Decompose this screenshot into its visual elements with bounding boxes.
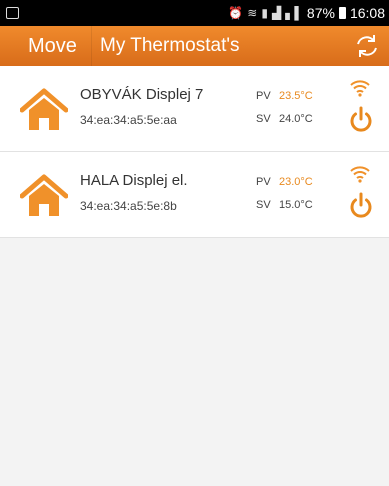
list-item[interactable]: OBYVÁK Displej 7 34:ea:34:a5:5e:aa PV 23…	[0, 66, 389, 152]
clock: 16:08	[349, 5, 385, 21]
signal-bars-icon: ▖▌	[285, 6, 303, 20]
app-bar: Move My Thermostat's	[0, 26, 389, 66]
thermostat-list: OBYVÁK Displej 7 34:ea:34:a5:5e:aa PV 23…	[0, 66, 389, 238]
sv-label: SV	[256, 199, 271, 211]
page-title: My Thermostat's	[100, 35, 240, 56]
sv-label: SV	[256, 113, 271, 125]
battery-percent: 87%	[306, 5, 335, 21]
battery-icon	[338, 7, 346, 19]
signal-icon: ▟	[271, 6, 282, 20]
house-icon	[20, 88, 68, 130]
move-button[interactable]: Move	[0, 26, 92, 66]
empty-area	[0, 238, 389, 466]
status-right: ⏰ ≋ ▮ ▟ ▖▌ 87% 16:08	[228, 5, 385, 21]
power-icon[interactable]	[348, 192, 374, 220]
device-name: OBYVÁK Displej 7	[80, 86, 204, 103]
wifi-icon	[350, 166, 370, 183]
device-mac: 34:ea:34:a5:5e:aa	[80, 113, 177, 127]
power-icon[interactable]	[348, 106, 374, 134]
list-item[interactable]: HALA Displej el. 34:ea:34:a5:5e:8b PV 23…	[0, 152, 389, 238]
sv-value: 24.0°C	[279, 113, 313, 125]
sim-icon: ▮	[261, 6, 268, 20]
house-icon	[20, 174, 68, 216]
device-mac: 34:ea:34:a5:5e:8b	[80, 199, 177, 213]
pv-label: PV	[256, 90, 271, 102]
alarm-icon: ⏰	[228, 6, 244, 20]
status-left	[6, 7, 19, 19]
wifi-status-icon: ≋	[247, 6, 258, 20]
sv-value: 15.0°C	[279, 199, 313, 211]
notification-icon	[6, 7, 19, 19]
wifi-icon	[350, 80, 370, 97]
refresh-icon[interactable]	[353, 32, 381, 60]
pv-value: 23.5°C	[279, 90, 313, 102]
pv-value: 23.0°C	[279, 176, 313, 188]
pv-label: PV	[256, 176, 271, 188]
device-name: HALA Displej el.	[80, 172, 188, 189]
status-bar: ⏰ ≋ ▮ ▟ ▖▌ 87% 16:08	[0, 0, 389, 26]
